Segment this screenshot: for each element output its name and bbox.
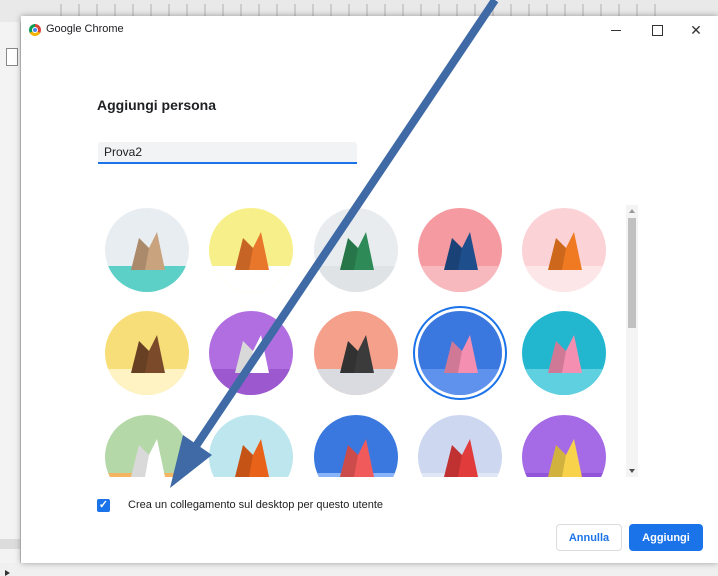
background-left-panel — [0, 22, 21, 576]
add-person-dialog: Google Chrome ✕ Aggiungi persona ✓ Crea … — [21, 16, 718, 563]
avatar-elephant[interactable] — [418, 208, 502, 292]
avatar-cheese[interactable] — [522, 415, 606, 477]
background-toolbar-icons — [60, 4, 660, 16]
monkey-icon — [105, 311, 189, 395]
title-bar: Google Chrome ✕ — [21, 16, 718, 44]
scroll-thumb[interactable] — [628, 218, 636, 328]
scroll-down-icon[interactable] — [629, 469, 635, 473]
bike-icon — [314, 415, 398, 477]
background-arrow-icon — [5, 570, 10, 576]
rabbit-icon — [522, 311, 606, 395]
avatar-scrollbar[interactable] — [626, 205, 638, 477]
panda-icon — [209, 311, 293, 395]
avatar-monkey[interactable] — [105, 311, 189, 395]
background-panel-icon — [6, 48, 18, 66]
cat-icon — [105, 208, 189, 292]
scroll-up-icon[interactable] — [629, 209, 635, 213]
dragon-icon — [314, 208, 398, 292]
corgi-icon — [209, 208, 293, 292]
window-title: Google Chrome — [46, 23, 124, 35]
desktop-shortcut-label[interactable]: Crea un collegamento sul desktop per que… — [128, 499, 383, 511]
avatar-penguin[interactable] — [314, 311, 398, 395]
avatar-bird[interactable] — [418, 415, 502, 477]
avatar-basketball[interactable] — [209, 415, 293, 477]
avatar-panda[interactable] — [209, 311, 293, 395]
close-icon: ✕ — [690, 22, 702, 38]
avatar-butterfly[interactable] — [418, 311, 502, 395]
avatar-grid — [97, 205, 632, 477]
avatar-corgi[interactable] — [209, 208, 293, 292]
add-button[interactable]: Aggiungi — [629, 524, 703, 551]
checkmark-icon: ✓ — [98, 499, 109, 511]
maximize-icon — [651, 24, 663, 36]
bird-icon — [418, 415, 502, 477]
minimize-button[interactable] — [596, 18, 636, 42]
elephant-icon — [418, 208, 502, 292]
penguin-icon — [314, 311, 398, 395]
maximize-button[interactable] — [637, 18, 677, 42]
avatar-unicorn[interactable] — [105, 415, 189, 477]
avatar-bike[interactable] — [314, 415, 398, 477]
butterfly-icon — [418, 311, 502, 395]
person-name-input[interactable] — [98, 142, 357, 164]
close-button[interactable]: ✕ — [676, 18, 716, 42]
cancel-button[interactable]: Annulla — [556, 524, 622, 551]
chrome-logo-icon — [29, 24, 41, 36]
avatar-fox[interactable] — [522, 208, 606, 292]
dialog-heading: Aggiungi persona — [97, 97, 216, 113]
minimize-icon — [611, 29, 621, 31]
basketball-icon — [209, 415, 293, 477]
fox-icon — [522, 208, 606, 292]
unicorn-icon — [105, 415, 189, 477]
avatar-rabbit[interactable] — [522, 311, 606, 395]
avatar-cat[interactable] — [105, 208, 189, 292]
cheese-icon — [522, 415, 606, 477]
desktop-shortcut-checkbox[interactable]: ✓ — [97, 499, 110, 512]
avatar-dragon[interactable] — [314, 208, 398, 292]
background-scroll-mark — [0, 539, 20, 549]
